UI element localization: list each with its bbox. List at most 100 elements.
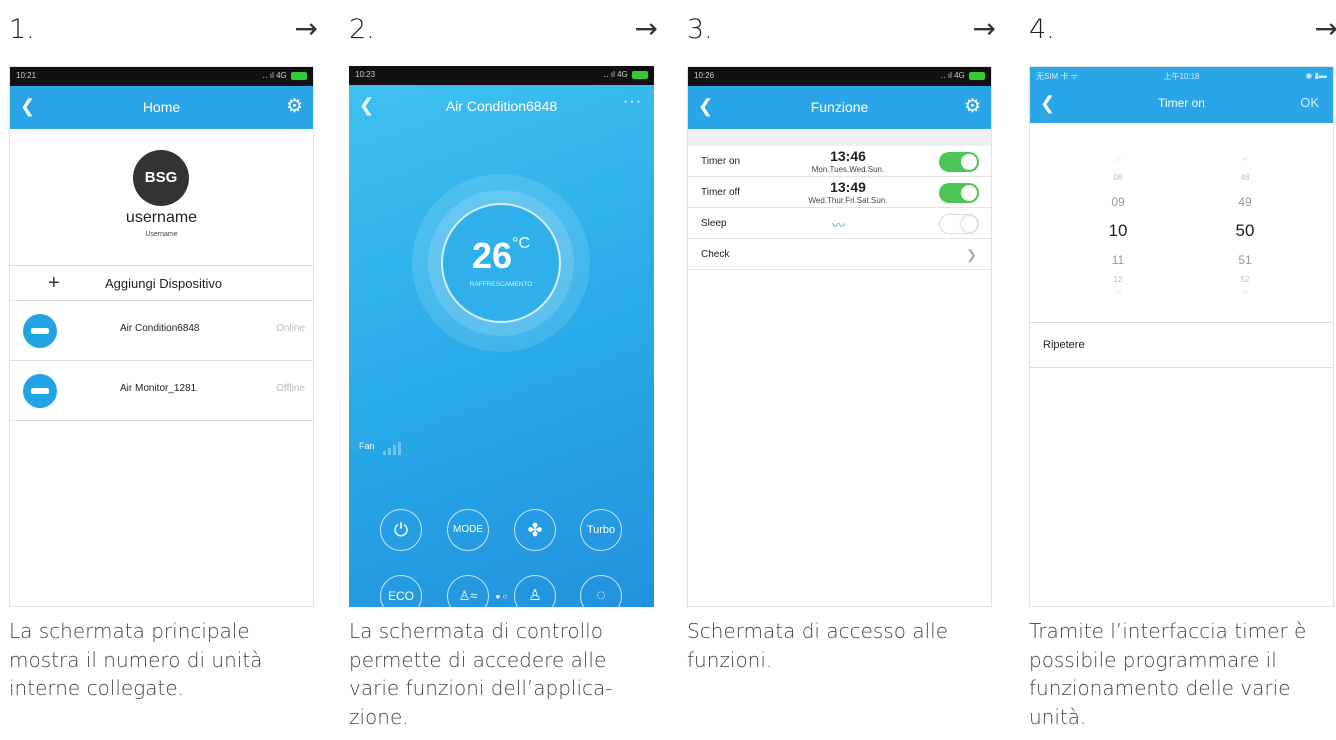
page-indicator: ● ○ — [495, 592, 508, 601]
step-number: 4. — [1029, 14, 1055, 45]
mode-label: RAFFRESCAMENTO — [469, 281, 533, 288]
hour-option[interactable]: 07 — [1088, 157, 1148, 163]
step-number: 1. — [9, 14, 35, 45]
phone-screen-timer: 无SIM 卡 ᯤ 上午10:18 ◉ ▮▬ ❮ Timer on OK 07 0… — [1029, 66, 1334, 607]
app-header: ❮ Timer on OK — [1030, 86, 1333, 123]
step-3-header: 3. → — [687, 12, 996, 54]
page-title: Home — [142, 99, 181, 115]
timer-on-days: Mon.Tues.Wed.Sun. — [811, 165, 885, 174]
repeat-row[interactable]: Ripetere — [1030, 322, 1333, 368]
sleep-row[interactable]: Sleep 〰 — [688, 208, 991, 239]
temperature-display: 26°C — [443, 235, 559, 277]
device-list-item[interactable]: Air Condition6848 Online — [10, 301, 313, 361]
device-name: Air Monitor_1281 — [120, 383, 197, 394]
timer-on-toggle[interactable] — [939, 152, 979, 172]
step-2-column: 2. → 10:23 ‥ ıl 4G ❮ Air Condition6848 ·… — [349, 0, 658, 740]
time-picker[interactable]: 07 08 09 10 11 12 13 47 48 49 50 51 52 5… — [1030, 157, 1333, 322]
step-caption: La schermata principale mostra il numero… — [9, 619, 263, 700]
device-list-item[interactable]: Air Monitor_1281 Offline — [10, 361, 313, 421]
step-4-header: 4. → — [1029, 12, 1336, 54]
minute-option[interactable]: 52 — [1215, 275, 1275, 284]
selected-minute[interactable]: 50 — [1215, 221, 1275, 241]
signal-battery-icon: ‥ ıl 4G — [603, 70, 648, 79]
gear-icon[interactable]: ⚙ — [286, 95, 303, 118]
step-number: 2. — [349, 14, 375, 45]
hour-option[interactable]: 12 — [1088, 275, 1148, 284]
battery-icon: ◉ ▮▬ — [1305, 71, 1327, 80]
page-title: Timer on — [1158, 96, 1205, 110]
phone-screen-home: 10:21 ‥ ıl 4G ❮ Home ⚙ BSG username User… — [9, 66, 314, 607]
step-caption: Tramite l’interfaccia timer è possibile … — [1029, 619, 1307, 729]
step-caption: La schermata di controllo permette di ac… — [349, 619, 613, 729]
hour-option[interactable]: 08 — [1088, 173, 1148, 182]
minute-option[interactable]: 48 — [1215, 173, 1275, 182]
app-header: ❮ Air Condition6848 ··· — [349, 85, 654, 128]
timer-off-time: 13:49 — [830, 179, 866, 195]
status-time: 10:21 — [16, 71, 37, 80]
hour-option[interactable]: 13 — [1088, 290, 1148, 296]
plus-icon: + — [48, 272, 60, 294]
phone-screen-control: 10:23 ‥ ıl 4G ❮ Air Condition6848 ··· 26… — [349, 66, 654, 607]
more-icon[interactable]: ··· — [623, 93, 642, 111]
status-time: 上午10:18 — [1163, 72, 1200, 81]
timer-off-label: Timer off — [701, 187, 740, 198]
arrow-right-icon: → — [634, 12, 658, 45]
device-title: Air Condition6848 — [445, 98, 558, 114]
section-divider — [688, 129, 991, 146]
status-bar: 10:26 ‥ ıl 4G — [688, 67, 991, 86]
arrow-right-icon: → — [294, 12, 318, 45]
timer-off-row[interactable]: Timer off 13:49 Wed.Thur.Fri.Sat.Sun. — [688, 177, 991, 208]
username-label: username — [125, 209, 198, 226]
ok-button[interactable]: OK — [1300, 95, 1319, 110]
app-header: ❮ Home ⚙ — [10, 86, 313, 129]
arrow-right-icon: → — [1314, 12, 1336, 45]
timer-off-toggle[interactable] — [939, 183, 979, 203]
app-header: ❮ Funzione ⚙ — [688, 86, 991, 129]
gear-icon[interactable]: ⚙ — [964, 95, 981, 118]
device-status: Online — [276, 323, 305, 334]
hour-option[interactable]: 11 — [1088, 253, 1148, 267]
timer-on-row[interactable]: Timer on 13:46 Mon.Tues.Wed.Sun. — [688, 146, 991, 177]
step-4-column: 4. → 无SIM 卡 ᯤ 上午10:18 ◉ ▮▬ ❮ Timer on OK… — [1029, 0, 1336, 740]
status-bar: 10:23 ‥ ıl 4G — [349, 66, 654, 85]
selected-hour[interactable]: 10 — [1088, 221, 1148, 241]
temperature-value: 26 — [472, 235, 513, 276]
power-button[interactable]: ⏻ — [380, 509, 422, 551]
mode-button[interactable]: MODE — [447, 509, 489, 551]
step-caption: Schermata di accesso alle funzioni. — [687, 619, 949, 672]
status-time: 10:23 — [355, 70, 376, 79]
temperature-unit: °C — [512, 235, 530, 252]
signal-battery-icon: ‥ ıl 4G — [262, 71, 307, 80]
phone-screen-functions: 10:26 ‥ ıl 4G ❮ Funzione ⚙ Timer on 13:4… — [687, 66, 992, 607]
check-row[interactable]: Check ❯ — [688, 239, 991, 270]
step-2-header: 2. → — [349, 12, 658, 54]
device-name: Air Condition6848 — [120, 323, 200, 334]
fan-speed-icon — [383, 437, 403, 455]
minute-option[interactable]: 51 — [1215, 253, 1275, 267]
add-device-button[interactable]: + Aggiungi Dispositivo — [10, 265, 313, 301]
add-device-label: Aggiungi Dispositivo — [105, 276, 223, 291]
timer-on-time: 13:46 — [830, 148, 866, 164]
air-monitor-icon — [23, 374, 57, 408]
signal-battery-icon: ‥ ıl 4G — [940, 71, 985, 80]
username-sub-label: Username — [145, 231, 178, 238]
arrow-right-icon: → — [972, 12, 996, 45]
sleep-toggle[interactable] — [939, 214, 979, 234]
minute-option[interactable]: 49 — [1215, 195, 1275, 209]
minute-option[interactable]: 53 — [1215, 290, 1275, 296]
turbo-button[interactable]: Turbo — [580, 509, 622, 551]
minute-option[interactable]: 47 — [1215, 157, 1275, 163]
sleep-wave-icon: 〰 — [832, 218, 846, 233]
hour-option[interactable]: 09 — [1088, 195, 1148, 209]
temperature-dial[interactable]: 26°C RAFFRESCAMENTO — [441, 203, 561, 323]
person-wind-button[interactable]: ♙ — [514, 575, 556, 607]
status-bar: 10:21 ‥ ıl 4G — [10, 67, 313, 86]
status-bar: 无SIM 卡 ᯤ 上午10:18 ◉ ▮▬ — [1030, 67, 1333, 86]
person-air-button[interactable]: ♙≈ — [447, 575, 489, 607]
fan-button[interactable]: ✤ — [514, 509, 556, 551]
avatar[interactable]: BSG — [133, 150, 189, 206]
dehumidify-button[interactable]: ◌ — [580, 575, 622, 607]
step-1-header: 1. → — [9, 12, 318, 54]
timer-off-days: Wed.Thur.Fri.Sat.Sun. — [808, 196, 888, 205]
eco-button[interactable]: ECO — [380, 575, 422, 607]
